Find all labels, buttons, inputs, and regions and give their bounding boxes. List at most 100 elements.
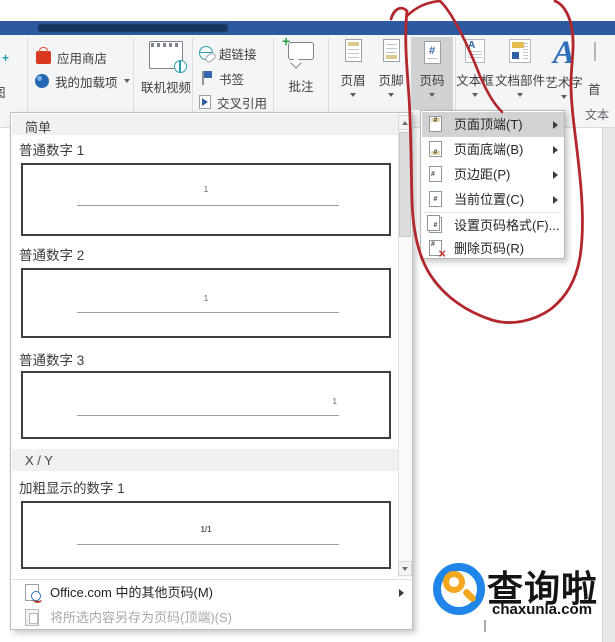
text-group-label: 文本 bbox=[585, 108, 610, 122]
page-number-menu: # 页面顶端(T) # 页面底端(B) # 页边距(P) # 当前位置(C) #… bbox=[420, 110, 565, 261]
preview-rule-line bbox=[77, 312, 339, 313]
submenu-arrow-icon bbox=[553, 121, 558, 129]
online-video-label: 联机视频 bbox=[140, 81, 191, 95]
page-top-icon: # bbox=[429, 116, 442, 132]
quick-parts-button[interactable]: 文档部件 bbox=[495, 39, 546, 97]
footer-icon bbox=[382, 39, 400, 62]
gallery-preview-plain-number-1[interactable]: 1 bbox=[21, 163, 391, 236]
title-text-blur bbox=[38, 24, 228, 32]
menu-item-remove-page-numbers[interactable]: # × 删除页码(R) bbox=[422, 238, 564, 261]
text-box-icon: A bbox=[465, 39, 485, 63]
dropdown-arrow-icon bbox=[123, 79, 130, 83]
gallery-item-label: 普通数字 3 bbox=[19, 353, 85, 368]
menu-item-bottom-of-page[interactable]: # 页面底端(B) bbox=[422, 137, 564, 162]
watermark-domain: chaxunla.com bbox=[492, 601, 593, 618]
save-selection-icon bbox=[25, 609, 39, 626]
format-page-numbers-icon: # bbox=[427, 215, 442, 233]
scroll-up-icon bbox=[402, 120, 408, 125]
screenshot-button-partial[interactable]: + 图 bbox=[0, 45, 26, 120]
app-store-button[interactable]: 应用商店 bbox=[36, 46, 108, 67]
my-addins-button[interactable]: 我的加载项 bbox=[35, 71, 130, 91]
page-margins-icon: # bbox=[429, 166, 442, 182]
submenu-arrow-icon bbox=[553, 171, 558, 179]
preview-page-number: 1 bbox=[332, 397, 337, 406]
page-number-gallery: 简单 普通数字 1 1 普通数字 2 1 普通数字 3 1 X / Y 加粗显示… bbox=[10, 112, 413, 630]
dropdown-arrow-icon bbox=[561, 95, 567, 99]
scroll-down-icon bbox=[402, 566, 408, 571]
dropdown-arrow-icon bbox=[472, 93, 478, 97]
gallery-item-label: 加粗显示的数字 1 bbox=[19, 481, 125, 496]
app-store-label: 应用商店 bbox=[57, 51, 108, 66]
my-addins-label: 我的加载项 bbox=[55, 75, 118, 90]
submenu-arrow-icon bbox=[553, 196, 558, 204]
menu-item-current-position[interactable]: # 当前位置(C) bbox=[422, 187, 564, 212]
cross-reference-button[interactable]: 交叉引用 bbox=[199, 92, 267, 112]
comment-button[interactable]: + 批注 bbox=[276, 33, 326, 95]
dropdown-arrow-icon bbox=[429, 93, 435, 97]
online-video-button[interactable]: 联机视频 bbox=[136, 41, 196, 96]
page-number-button[interactable]: # 页码 bbox=[411, 37, 453, 110]
gallery-preview-plain-number-3[interactable]: 1 bbox=[21, 371, 391, 439]
text-box-label: 文本框 bbox=[456, 74, 494, 88]
quick-parts-label: 文档部件 bbox=[495, 74, 546, 88]
bookmark-icon bbox=[199, 71, 213, 85]
bookmark-label: 书签 bbox=[219, 72, 245, 87]
gallery-scroll-down-button[interactable] bbox=[398, 561, 412, 576]
header-label: 页眉 bbox=[340, 74, 366, 88]
app-store-icon bbox=[36, 46, 51, 64]
gallery-item-label: 普通数字 2 bbox=[19, 248, 85, 263]
footer-button[interactable]: 页脚 bbox=[372, 39, 410, 97]
office-more-icon bbox=[25, 584, 42, 603]
plus-icon: + bbox=[2, 51, 10, 65]
gallery-item-label: 普通数字 1 bbox=[19, 143, 85, 158]
preview-page-number: 1 bbox=[203, 185, 209, 194]
comment-label: 批注 bbox=[288, 80, 314, 94]
hyperlink-label: 超链接 bbox=[219, 47, 257, 62]
preview-page-number: 1 bbox=[203, 294, 209, 303]
dropdown-arrow-icon bbox=[517, 93, 523, 97]
drop-cap-label: 首 bbox=[588, 83, 601, 97]
hyperlink-button[interactable]: 超链接 bbox=[199, 43, 257, 63]
menu-item-page-margins[interactable]: # 页边距(P) bbox=[422, 162, 564, 187]
gallery-scroll-up-button[interactable] bbox=[398, 115, 412, 130]
preview-rule-line bbox=[77, 544, 339, 545]
preview-rule-line bbox=[77, 415, 339, 416]
cross-reference-label: 交叉引用 bbox=[217, 96, 268, 111]
menu-item-format-page-numbers[interactable]: # 设置页码格式(F)... bbox=[422, 213, 564, 238]
bookmark-button[interactable]: 书签 bbox=[199, 68, 244, 88]
text-cursor-mark bbox=[484, 620, 486, 632]
page-number-label: 页码 bbox=[419, 74, 445, 88]
online-video-icon bbox=[149, 41, 187, 73]
header-button[interactable]: 页眉 bbox=[334, 39, 372, 97]
cross-reference-icon bbox=[199, 95, 211, 109]
drop-cap-button-partial[interactable]: 首 bbox=[586, 39, 615, 114]
gallery-scrollbar-thumb[interactable] bbox=[399, 132, 411, 237]
page-bottom-icon: # bbox=[429, 141, 442, 157]
text-box-button[interactable]: A 文本框 bbox=[454, 39, 496, 97]
header-icon bbox=[344, 39, 362, 62]
dropdown-arrow-icon bbox=[350, 93, 356, 97]
wordart-icon: A bbox=[552, 35, 575, 71]
screenshot-label: 图 bbox=[0, 82, 6, 101]
quick-parts-icon bbox=[509, 39, 531, 63]
wordart-button[interactable]: A 艺术字 bbox=[544, 36, 584, 99]
hyperlink-icon bbox=[199, 46, 213, 60]
preview-rule-line bbox=[77, 205, 339, 206]
submenu-arrow-icon bbox=[553, 146, 558, 154]
remove-page-numbers-icon: # × bbox=[429, 240, 446, 261]
footer-label: 页脚 bbox=[378, 74, 404, 88]
menu-item-top-of-page[interactable]: # 页面顶端(T) bbox=[422, 112, 564, 137]
preview-page-fraction: 1/1 bbox=[200, 525, 212, 534]
gallery-preview-bold-number-1[interactable]: 1/1 bbox=[21, 501, 391, 569]
dropdown-arrow-icon bbox=[388, 93, 394, 97]
gallery-preview-plain-number-2[interactable]: 1 bbox=[21, 268, 391, 338]
submenu-arrow-icon bbox=[399, 589, 404, 597]
comment-icon: + bbox=[282, 33, 316, 69]
drop-cap-icon bbox=[594, 42, 596, 61]
word-window: + 图 应用商店 我的加载项 联机视频 超链接 书签 交叉引用 bbox=[0, 0, 615, 642]
gallery-footer-save-item: 将所选内容另存为页码(顶端)(S) bbox=[12, 605, 412, 630]
document-scrollbar-area[interactable] bbox=[602, 128, 615, 642]
gallery-section-xy: X / Y bbox=[12, 449, 398, 471]
gallery-footer-more-item[interactable]: Office.com 中的其他页码(M) bbox=[12, 580, 412, 605]
current-position-icon: # bbox=[429, 191, 442, 207]
